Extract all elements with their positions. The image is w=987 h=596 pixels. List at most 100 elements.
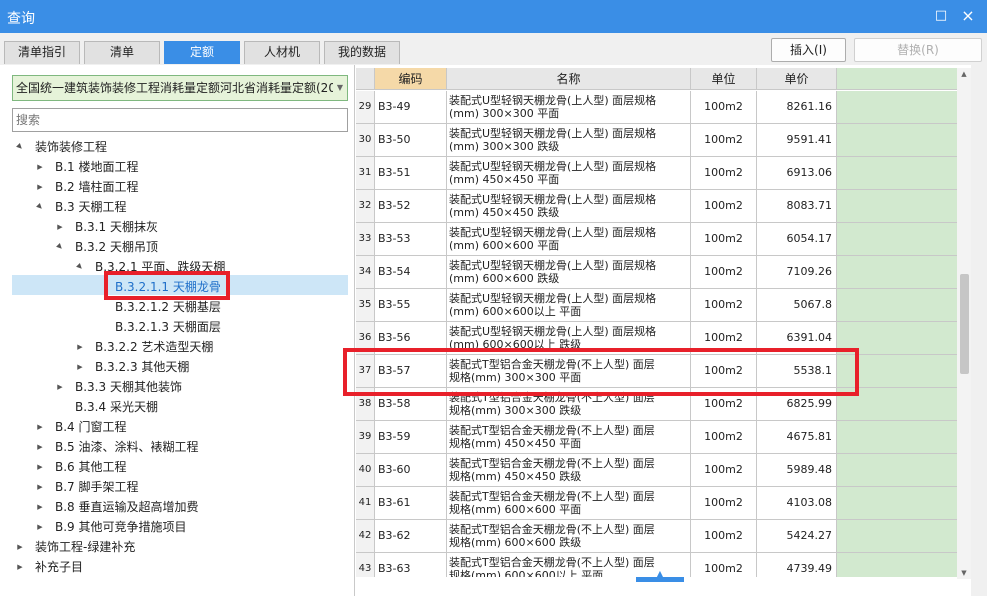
cell-unit: 100m2 <box>691 157 757 189</box>
row-number: 41 <box>356 487 375 519</box>
header-price[interactable]: 单价 <box>757 68 837 90</box>
row-number: 43 <box>356 553 375 577</box>
table-row[interactable]: 34 B3-54 装配式U型轻钢天棚龙骨(上人型) 面层规格 (mm) 600×600… <box>356 256 957 289</box>
header-name[interactable]: 名称 <box>447 68 691 90</box>
table-row[interactable]: 31 B3-51 装配式U型轻钢天棚龙骨(上人型) 面层规格 (mm) 450×450… <box>356 157 957 190</box>
tree-node-label: B.3.2.1.2 天棚基层 <box>115 300 221 314</box>
row-number: 29 <box>356 91 375 123</box>
tree-node-label: B.3 天棚工程 <box>55 200 127 214</box>
cell-unit: 100m2 <box>691 553 757 577</box>
tree-node-label: B.3.2.3 其他天棚 <box>95 360 190 374</box>
window-title: 查询 <box>7 11 35 27</box>
table-row[interactable]: 41 B3-61 装配式T型铝合金天棚龙骨(不上人型) 面层 规格(mm) 600×6… <box>356 487 957 520</box>
cell-unit: 100m2 <box>691 190 757 222</box>
tree-node-label: B.3.3 天棚其他装饰 <box>75 380 182 394</box>
collapsed-toggle-icon[interactable] <box>94 317 106 337</box>
cell-name-line1: 装配式T型铝合金天棚龙骨(不上人型) 面层 <box>449 424 655 437</box>
tree-node-label: 补充子目 <box>35 560 84 574</box>
collapsed-toggle-icon[interactable]: ▶ <box>34 497 46 517</box>
row-number: 40 <box>356 454 375 486</box>
tree-node-label: 装饰工程-绿建补充 <box>35 540 136 554</box>
cell-price: 5067.8 <box>757 289 837 321</box>
table-row[interactable]: 32 B3-52 装配式U型轻钢天棚龙骨(上人型) 面层规格 (mm) 450×450… <box>356 190 957 223</box>
cell-extra <box>837 223 957 255</box>
cell-name: 装配式T型铝合金天棚龙骨(不上人型) 面层 规格(mm) 600×600 平面 <box>447 487 691 519</box>
collapsed-toggle-icon[interactable] <box>94 297 106 317</box>
expanded-toggle-icon[interactable]: ▲ <box>49 236 72 259</box>
collapsed-toggle-icon[interactable] <box>54 397 66 417</box>
search-input[interactable] <box>12 108 348 132</box>
scroll-down-icon[interactable]: ▼ <box>957 567 971 579</box>
cell-code: B3-52 <box>375 190 447 222</box>
collapsed-toggle-icon[interactable]: ▶ <box>54 217 66 237</box>
cell-name-line1: 装配式U型轻钢天棚龙骨(上人型) 面层规格 <box>449 94 657 107</box>
cell-name: 装配式T型铝合金天棚龙骨(不上人型) 面层 规格(mm) 450×450 跌级 <box>447 454 691 486</box>
cell-price: 4739.49 <box>757 553 837 577</box>
splitter-handle[interactable] <box>636 577 684 582</box>
close-icon[interactable]: × <box>961 8 975 24</box>
expanded-toggle-icon[interactable]: ▲ <box>9 136 32 159</box>
collapsed-toggle-icon[interactable]: ▶ <box>14 537 26 557</box>
collapsed-toggle-icon[interactable]: ▶ <box>34 157 46 177</box>
table-row[interactable]: 30 B3-50 装配式U型轻钢天棚龙骨(上人型) 面层规格 (mm) 300×300… <box>356 124 957 157</box>
collapsed-toggle-icon[interactable]: ▶ <box>54 377 66 397</box>
row-number: 31 <box>356 157 375 189</box>
scroll-thumb[interactable] <box>960 274 969 374</box>
left-pane: 全国统一建筑装饰装修工程消耗量定额河北省消耗量定额(20 ▼ ▲装饰装修工程▶B… <box>0 65 355 596</box>
tab-quota[interactable]: 定额 <box>164 41 240 64</box>
collapsed-toggle-icon[interactable]: ▶ <box>74 337 86 357</box>
cell-extra <box>837 256 957 288</box>
header-code[interactable]: 编码 <box>375 68 447 90</box>
collapsed-toggle-icon[interactable]: ▶ <box>14 557 26 577</box>
tab-list[interactable]: 清单 <box>84 41 160 64</box>
cell-name-line1: 装配式U型轻钢天棚龙骨(上人型) 面层规格 <box>449 259 657 272</box>
tree-node-label: 装饰装修工程 <box>35 140 108 154</box>
cell-name-line1: 装配式T型铝合金天棚龙骨(不上人型) 面层 <box>449 490 655 503</box>
collapsed-toggle-icon[interactable]: ▶ <box>74 357 86 377</box>
cell-code: B3-55 <box>375 289 447 321</box>
collapsed-toggle-icon[interactable]: ▶ <box>34 437 46 457</box>
cell-name-line2: 规格(mm) 450×450 跌级 <box>449 470 582 483</box>
cell-code: B3-51 <box>375 157 447 189</box>
tab-list-guide[interactable]: 清单指引 <box>4 41 80 64</box>
tab-my-data[interactable]: 我的数据 <box>324 41 400 64</box>
tree-node-label: B.1 楼地面工程 <box>55 160 139 174</box>
scroll-up-icon[interactable]: ▲ <box>957 68 971 80</box>
collapsed-toggle-icon[interactable]: ▶ <box>34 517 46 537</box>
maximize-icon[interactable]: □ <box>934 9 948 23</box>
replace-button[interactable]: 替换(R) <box>854 38 982 62</box>
tab-materials[interactable]: 人材机 <box>244 41 320 64</box>
cell-unit: 100m2 <box>691 454 757 486</box>
collapsed-toggle-icon[interactable]: ▶ <box>34 477 46 497</box>
collapsed-toggle-icon[interactable]: ▶ <box>34 457 46 477</box>
cell-code: B3-62 <box>375 520 447 552</box>
vertical-scrollbar[interactable]: ▲ ▼ <box>957 68 971 579</box>
cell-price: 8261.16 <box>757 91 837 123</box>
table-row[interactable]: 40 B3-60 装配式T型铝合金天棚龙骨(不上人型) 面层 规格(mm) 450×4… <box>356 454 957 487</box>
cell-name-line2: (mm) 300×300 跌级 <box>449 140 560 153</box>
expanded-toggle-icon[interactable]: ▲ <box>29 196 52 219</box>
header-row-num <box>356 68 375 90</box>
table-row[interactable]: 39 B3-59 装配式T型铝合金天棚龙骨(不上人型) 面层 规格(mm) 450×4… <box>356 421 957 454</box>
collapsed-toggle-icon[interactable]: ▶ <box>34 417 46 437</box>
table-row[interactable]: 42 B3-62 装配式T型铝合金天棚龙骨(不上人型) 面层 规格(mm) 600×6… <box>356 520 957 553</box>
cell-price: 7109.26 <box>757 256 837 288</box>
tree-node-label: B.3.2.1.3 天棚面层 <box>115 320 221 334</box>
header-unit[interactable]: 单位 <box>691 68 757 90</box>
tree-node-label: B.3.2 天棚吊顶 <box>75 240 158 254</box>
quota-library-select[interactable]: 全国统一建筑装饰装修工程消耗量定额河北省消耗量定额(20 ▼ <box>12 75 348 101</box>
cell-price: 5424.27 <box>757 520 837 552</box>
table-row[interactable]: 35 B3-55 装配式U型轻钢天棚龙骨(上人型) 面层规格 (mm) 600×600… <box>356 289 957 322</box>
cell-name-line1: 装配式U型轻钢天棚龙骨(上人型) 面层规格 <box>449 325 657 338</box>
cell-extra <box>837 190 957 222</box>
cell-name-line1: 装配式U型轻钢天棚龙骨(上人型) 面层规格 <box>449 160 657 173</box>
cell-extra <box>837 157 957 189</box>
cell-name-line2: (mm) 450×450 平面 <box>449 173 560 186</box>
collapsed-toggle-icon[interactable]: ▶ <box>34 177 46 197</box>
chevron-down-icon[interactable]: ▼ <box>333 76 347 100</box>
right-pane: 编码 名称 单位 单价 29 B3-49 装配式U型轻钢天棚龙骨(上人型) 面层规格… <box>343 65 987 596</box>
cell-name-line2: 规格(mm) 450×450 平面 <box>449 437 582 450</box>
table-row[interactable]: 29 B3-49 装配式U型轻钢天棚龙骨(上人型) 面层规格 (mm) 300×300… <box>356 91 957 124</box>
insert-button[interactable]: 插入(I) <box>771 38 846 62</box>
table-row[interactable]: 33 B3-53 装配式U型轻钢天棚龙骨(上人型) 面层规格 (mm) 600×600… <box>356 223 957 256</box>
